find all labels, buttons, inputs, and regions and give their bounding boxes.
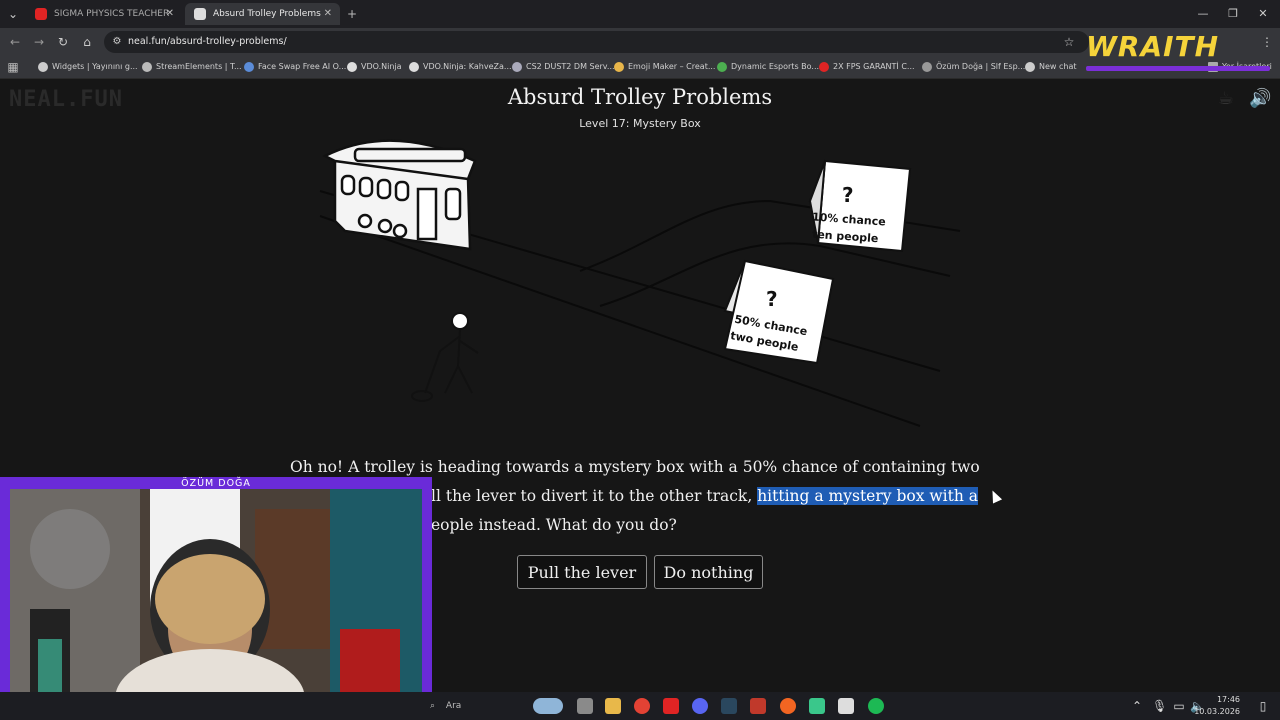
weather-icon[interactable]	[533, 698, 563, 714]
task-view-icon[interactable]	[577, 698, 593, 714]
tab-sigma[interactable]: SIGMA PHYSICS TEACHER ✕	[26, 3, 182, 25]
bookmark-label: Widgets | Yayınını g...	[52, 62, 138, 71]
webcam-feed	[10, 489, 422, 715]
do-nothing-button[interactable]: Do nothing	[654, 555, 763, 589]
minimize-icon[interactable]: —	[1188, 0, 1218, 28]
url-text: neal.fun/absurd-trolley-problems/	[128, 36, 287, 47]
bookmark-item[interactable]: VDO.Ninja	[347, 56, 402, 78]
bookmark-label: VDO.Ninja	[361, 62, 402, 71]
trolley-scene	[319, 139, 961, 427]
bookmark-item[interactable]: 2X FPS GARANTİ C...	[819, 56, 915, 78]
reload-icon[interactable]: ↻	[56, 35, 70, 49]
bookmark-icon	[38, 62, 48, 72]
bookmark-label: CS2 DUST2 DM Serv...	[526, 62, 615, 71]
bookmark-icon	[614, 62, 624, 72]
bookmark-label: VDO.Ninja: KahveZa...	[423, 62, 512, 71]
search-label: Ara	[445, 701, 462, 711]
bookmark-label: Özüm Doğa | Slf Esp...	[936, 62, 1026, 71]
close-icon[interactable]: ✕	[324, 3, 332, 25]
bookmark-item[interactable]: Face Swap Free AI O...	[244, 56, 346, 78]
youtube-icon	[35, 8, 47, 20]
new-tab-button[interactable]: +	[345, 7, 359, 21]
neal-fun-icon	[194, 8, 206, 20]
forward-icon[interactable]: →	[32, 35, 46, 49]
bookmark-star-icon[interactable]: ☆	[1062, 35, 1076, 49]
bookmark-item[interactable]: Emoji Maker – Creat...	[614, 56, 715, 78]
discord-icon[interactable]	[692, 698, 708, 714]
bookmark-item[interactable]: VDO.Ninja: KahveZa...	[409, 56, 512, 78]
bookmark-icon	[409, 62, 419, 72]
app-icon[interactable]	[780, 698, 796, 714]
tray-chevron-icon[interactable]: ⌃	[1130, 699, 1144, 713]
search-icon: ⌕	[430, 701, 438, 711]
bookmark-label: Dynamic Esports Bo...	[731, 62, 820, 71]
bookmark-icon	[717, 62, 727, 72]
lever-person	[411, 312, 479, 402]
page-title: Absurd Trolley Problems	[507, 85, 773, 109]
tab-trolley[interactable]: Absurd Trolley Problems ✕	[185, 3, 340, 25]
file-explorer-icon[interactable]	[605, 698, 621, 714]
address-bar[interactable]: ⚙ neal.fun/absurd-trolley-problems/ ☆	[104, 31, 1089, 53]
bookmark-label: Emoji Maker – Creat...	[628, 62, 716, 71]
tab-label: Absurd Trolley Problems	[213, 9, 321, 19]
bookmark-label: StreamElements | T...	[156, 62, 242, 71]
chrome-icon[interactable]	[634, 698, 650, 714]
clock[interactable]: 17:46 10.03.2026	[1194, 694, 1240, 718]
pull-lever-button[interactable]: Pull the lever	[517, 555, 647, 589]
bookmark-label: Face Swap Free AI O...	[258, 62, 347, 71]
close-window-icon[interactable]: ✕	[1248, 0, 1278, 28]
tab-bar: ⌄ SIGMA PHYSICS TEACHER ✕ Absurd Trolley…	[0, 0, 1280, 28]
restore-icon[interactable]: ❐	[1218, 0, 1248, 28]
taskbar-search[interactable]: ⌕ Ara	[430, 692, 461, 720]
bookmark-icon	[512, 62, 522, 72]
box-top-mark: ?	[842, 183, 854, 207]
clock-time: 17:46	[1216, 695, 1240, 704]
brave-icon[interactable]	[750, 698, 766, 714]
level-subtitle: Level 17: Mystery Box	[579, 117, 701, 130]
bookmark-icon	[922, 62, 932, 72]
trolley	[322, 139, 477, 251]
box-bottom-mark: ?	[766, 287, 778, 311]
menu-icon[interactable]: ⋮	[1260, 35, 1274, 49]
bookmark-label: 2X FPS GARANTİ C...	[833, 62, 915, 71]
mouse-cursor-icon	[987, 488, 1003, 504]
bookmark-item[interactable]: Widgets | Yayınını g...	[38, 56, 138, 78]
tab-list-icon[interactable]: ⌄	[6, 7, 20, 21]
home-icon[interactable]: ⌂	[80, 35, 94, 49]
clock-date: 10.03.2026	[1194, 707, 1240, 716]
bookmark-item[interactable]: CS2 DUST2 DM Serv...	[512, 56, 615, 78]
network-icon[interactable]: ▭	[1172, 699, 1186, 713]
app-icon[interactable]	[838, 698, 854, 714]
close-icon[interactable]: ✕	[166, 3, 174, 25]
taskbar: ⌕ Ara ⌃ 🎙 ▭ 🔈 17:46 10.03.2026 ▯	[0, 692, 1280, 720]
webcam-image	[10, 489, 422, 715]
question-text-2: ll the lever to divert it to the other t…	[431, 487, 758, 505]
back-icon[interactable]: ←	[8, 35, 22, 49]
brand-underline	[1086, 66, 1270, 71]
bookmark-icon	[142, 62, 152, 72]
bookmark-item[interactable]: Dynamic Esports Bo...	[717, 56, 819, 78]
microphone-icon[interactable]: 🎙	[1152, 699, 1167, 713]
spotify-icon[interactable]	[868, 698, 884, 714]
selected-text: hitting a mystery box with a	[757, 487, 978, 505]
site-info-icon[interactable]: ⚙	[110, 35, 124, 49]
bookmark-icon	[819, 62, 829, 72]
bookmark-item[interactable]: Özüm Doğa | Slf Esp...	[922, 56, 1025, 78]
tab-label: SIGMA PHYSICS TEACHER	[54, 9, 170, 19]
app-icon[interactable]	[809, 698, 825, 714]
notification-icon[interactable]: ▯	[1256, 699, 1270, 713]
steam-icon[interactable]	[721, 698, 737, 714]
bookmark-item[interactable]: StreamElements | T...	[142, 56, 242, 78]
brand-logo: WRAITH	[1086, 30, 1220, 63]
bookmark-icon	[244, 62, 254, 72]
apps-icon[interactable]: ▦	[6, 60, 20, 74]
bookmark-icon	[1025, 62, 1035, 72]
bookmark-label: New chat	[1039, 62, 1077, 71]
youtube-icon[interactable]	[663, 698, 679, 714]
bookmark-icon	[347, 62, 357, 72]
bookmark-item[interactable]: New chat	[1025, 56, 1077, 78]
webcam-overlay: ÖZÜM DOĞA	[0, 477, 432, 720]
